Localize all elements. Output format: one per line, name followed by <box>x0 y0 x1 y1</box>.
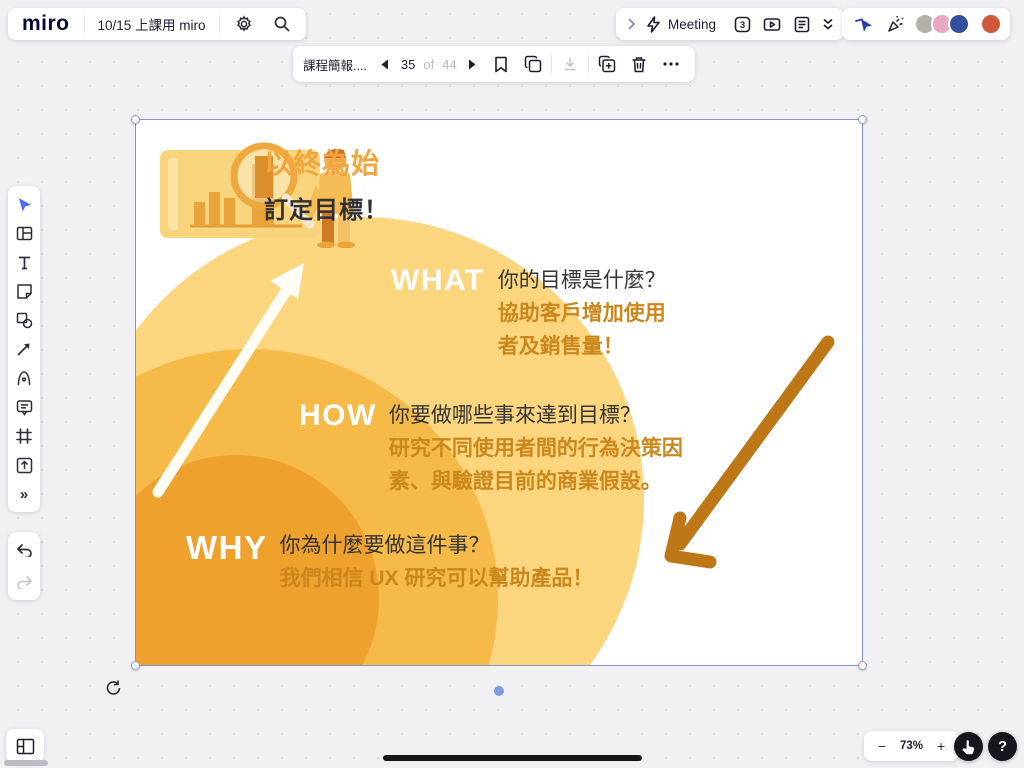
pages-icon[interactable] <box>519 50 547 78</box>
settings-gear-icon[interactable] <box>230 10 258 38</box>
how-question: 你要做哪些事來達到目標？ <box>389 399 683 432</box>
notes-icon[interactable] <box>788 10 816 38</box>
meeting-button[interactable]: Meeting <box>642 10 726 38</box>
zoom-level[interactable]: 73% <box>896 740 927 752</box>
collapse-chevron-icon[interactable] <box>622 10 640 38</box>
frames-panel-button[interactable] <box>6 729 44 763</box>
why-label: WHY <box>186 531 268 564</box>
prev-page-icon[interactable] <box>375 50 395 78</box>
section-why: WHY 你為什麼要做這件事？ 我們相信 UX 研究可以幫助產品！ <box>186 529 593 595</box>
section-what: WHAT 你的目標是什麼？ 協助客戶增加使用 者及銷售量！ <box>391 264 666 363</box>
how-answer-line2: 素、與驗證目前的商業假設。 <box>389 465 683 498</box>
slide-frame[interactable]: 以終為始 訂定目標！ WHAT 你的目標是什麼？ 協助客戶增加使用 者及銷售量！… <box>136 120 862 665</box>
frame-tool-icon[interactable] <box>10 422 38 450</box>
page-current: 35 <box>399 57 417 72</box>
reactions-party-icon[interactable] <box>882 10 910 38</box>
own-avatar[interactable] <box>980 13 1002 35</box>
how-answer-line1: 研究不同使用者間的行為決策因 <box>389 432 683 465</box>
comment-tool-icon[interactable] <box>10 393 38 421</box>
pen-tool-icon[interactable] <box>10 364 38 392</box>
resize-handle-top-left[interactable] <box>131 115 140 124</box>
divider <box>551 55 552 73</box>
resize-handle-top-right[interactable] <box>858 115 867 124</box>
slide-title: 以終為始 <box>264 142 389 182</box>
delete-trash-icon[interactable] <box>625 50 653 78</box>
what-answer-line2: 者及銷售量！ <box>498 330 666 363</box>
how-label: HOW <box>299 401 377 431</box>
lightning-icon <box>646 16 661 33</box>
collaborator-avatar[interactable] <box>948 13 970 35</box>
why-answer-line1: 我們相信 UX 研究可以幫助產品！ <box>280 562 594 595</box>
search-icon[interactable] <box>268 10 296 38</box>
timer-icon[interactable]: 3 <box>728 10 756 38</box>
resize-handle-bottom-right[interactable] <box>858 661 867 670</box>
miro-board-screen: 以終為始 訂定目標！ WHAT 你的目標是什麼？ 協助客戶增加使用 者及銷售量！… <box>0 0 1024 768</box>
home-indicator-bar[interactable] <box>383 755 642 761</box>
undo-icon[interactable] <box>10 536 38 564</box>
page-toolbar: 課程簡報.... 35 of 44 <box>293 46 695 82</box>
hand-pointer-icon <box>961 739 976 755</box>
resize-handle-bottom-left[interactable] <box>131 661 140 670</box>
connection-line-tool-icon[interactable] <box>10 335 38 363</box>
meeting-toolbar: Meeting 3 <box>616 8 844 40</box>
board-title[interactable]: 10/15 上課用 miro <box>95 14 209 34</box>
slide-subtitle: 訂定目標！ <box>264 190 389 225</box>
top-left-toolbar: miro 10/15 上課用 miro <box>8 8 306 40</box>
follow-cursor-icon[interactable] <box>850 10 878 38</box>
why-question: 你為什麼要做這件事？ <box>280 529 594 562</box>
sticky-note-tool-icon[interactable] <box>10 277 38 305</box>
what-question: 你的目標是什麼？ <box>498 264 666 297</box>
collapse-double-chevron-icon[interactable] <box>818 10 838 38</box>
next-page-icon[interactable] <box>463 50 483 78</box>
meeting-label: Meeting <box>668 17 716 32</box>
collaboration-toolbar <box>842 8 1010 40</box>
deck-title[interactable]: 課程簡報.... <box>303 55 367 74</box>
download-icon[interactable] <box>556 50 584 78</box>
interactive-mode-hand-button[interactable] <box>954 732 983 761</box>
page-indicator-dot[interactable] <box>494 686 504 696</box>
more-options-icon[interactable] <box>657 50 685 78</box>
bookmark-icon[interactable] <box>487 50 515 78</box>
templates-tool-icon[interactable] <box>10 219 38 247</box>
page-total: 44 <box>440 57 458 72</box>
redo-icon[interactable] <box>10 568 38 596</box>
history-panel <box>8 532 40 600</box>
what-label: WHAT <box>391 266 485 296</box>
rotate-handle[interactable] <box>104 679 122 697</box>
what-answer-line1: 協助客戶增加使用 <box>498 297 666 330</box>
page-of-label: of <box>421 57 436 72</box>
upload-tool-icon[interactable] <box>10 451 38 479</box>
miro-logo[interactable]: miro <box>18 12 74 36</box>
svg-text:3: 3 <box>739 20 744 31</box>
duplicate-icon[interactable] <box>593 50 621 78</box>
select-tool-icon[interactable] <box>10 190 38 218</box>
present-icon[interactable] <box>758 10 786 38</box>
divider <box>219 15 220 33</box>
horizontal-scrollbar[interactable] <box>4 760 48 766</box>
shapes-tool-icon[interactable] <box>10 306 38 334</box>
section-how: HOW 你要做哪些事來達到目標？ 研究不同使用者間的行為決策因 素、與驗證目前的… <box>299 399 683 498</box>
divider <box>588 55 589 73</box>
zoom-out-icon[interactable]: − <box>870 732 894 760</box>
divider <box>84 15 85 33</box>
text-tool-icon[interactable] <box>10 248 38 276</box>
zoom-controls: − 73% + <box>864 731 959 761</box>
brown-down-arrow <box>656 330 846 575</box>
tools-toolbar: » <box>8 186 40 512</box>
slide-header: 以終為始 訂定目標！ <box>264 142 389 225</box>
help-button[interactable]: ? <box>988 732 1017 761</box>
zoom-in-icon[interactable]: + <box>929 732 953 760</box>
more-tools-icon[interactable]: » <box>10 480 38 508</box>
question-mark-icon: ? <box>998 738 1007 755</box>
